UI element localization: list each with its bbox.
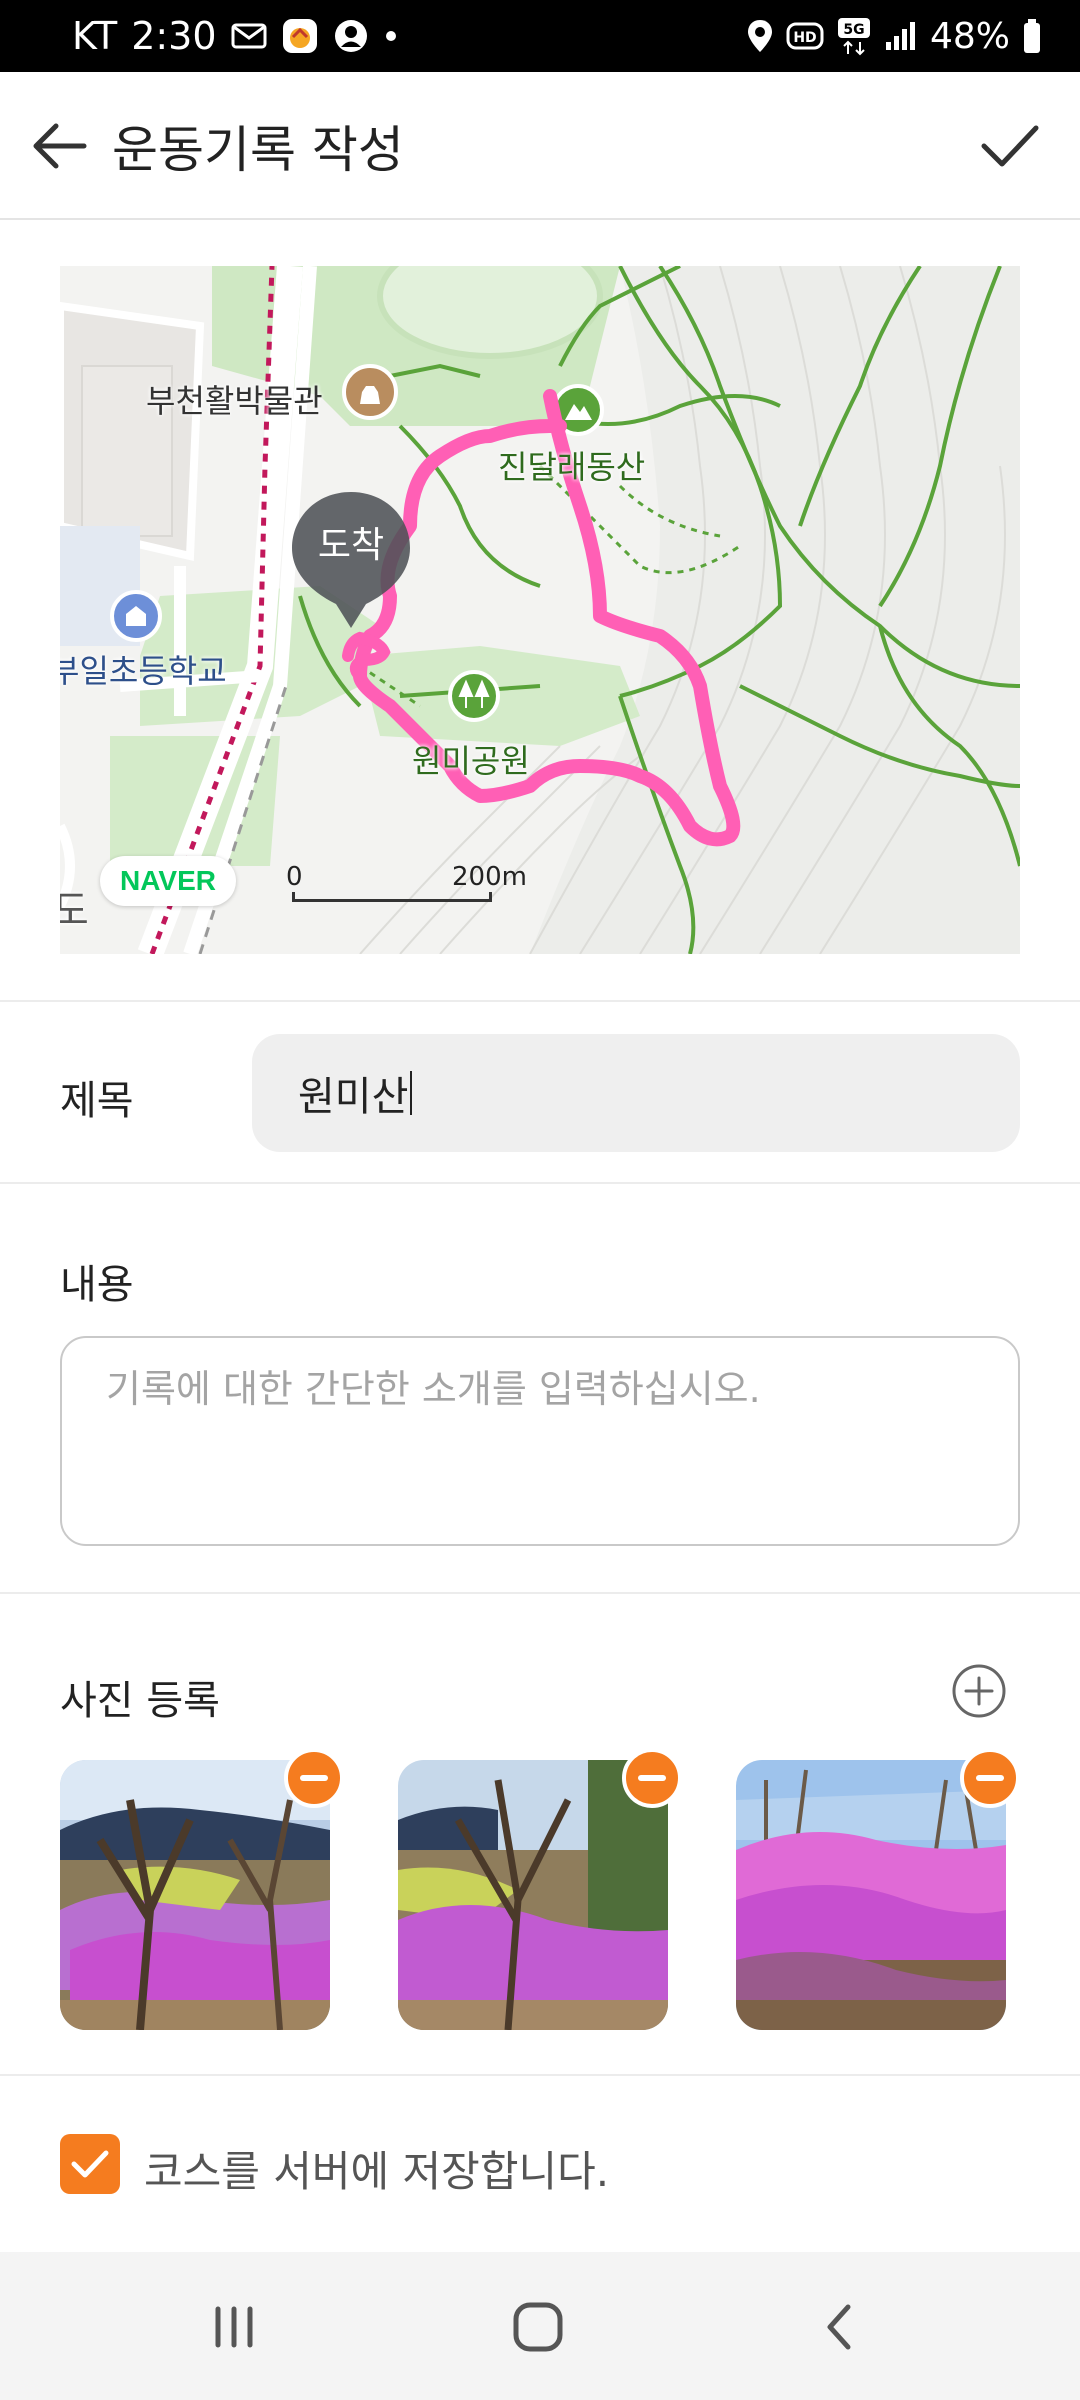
route-map[interactable]: 부천활박물관 진달래동산 부일초등학교 원미공원 도 도착 NAVER 0 20…	[60, 266, 1020, 954]
save-course-checkbox[interactable]	[60, 2134, 120, 2194]
dot-icon	[383, 28, 399, 44]
content-placeholder: 기록에 대한 간단한 소개를 입력하십시오.	[106, 1367, 761, 1411]
app-notification-icon	[281, 17, 319, 55]
remove-photo-button[interactable]	[622, 1748, 682, 1808]
status-left: KT 2:30	[72, 0, 399, 72]
status-right: HD 5G 48%	[746, 0, 1042, 72]
divider	[0, 1000, 1080, 1002]
text-caret	[410, 1071, 413, 1115]
arrow-left-icon	[33, 123, 87, 169]
photo-thumbnail[interactable]	[398, 1760, 668, 2030]
azalea-photo-1	[60, 1760, 330, 2030]
home-icon	[513, 2302, 563, 2352]
azalea-photo-2	[398, 1760, 668, 2030]
title-value: 원미산	[298, 1074, 409, 1120]
checkmark-icon	[71, 2150, 109, 2178]
account-icon	[333, 18, 369, 54]
page-title: 운동기록 작성	[112, 121, 404, 179]
status-bar: KT 2:30 HD 5G 48%	[0, 0, 1080, 72]
divider	[0, 2074, 1080, 2076]
check-icon	[981, 125, 1039, 167]
system-nav-bar	[0, 2252, 1080, 2400]
map-label-museum: 부천활박물관	[146, 382, 323, 420]
content-label: 내용	[60, 1262, 134, 1308]
map-label-mountain: 진달래동산	[498, 448, 646, 486]
map-label-school: 부일초등학교	[60, 652, 227, 690]
hd-text: HD	[793, 30, 816, 46]
school-marker-icon	[110, 590, 162, 642]
map-label-partial: 도	[60, 888, 89, 934]
recent-apps-button[interactable]	[174, 2282, 294, 2372]
hd-voice-icon: HD	[786, 21, 824, 51]
location-icon	[746, 18, 774, 54]
clock: 2:30	[131, 14, 217, 58]
photo-thumbnail[interactable]	[736, 1760, 1006, 2030]
divider	[0, 1182, 1080, 1184]
minus-icon	[300, 1775, 328, 1781]
chevron-left-icon	[827, 2304, 851, 2350]
save-course-label[interactable]: 코스를 서버에 저장합니다.	[144, 2138, 609, 2199]
nav-back-button[interactable]	[780, 2282, 900, 2372]
mail-icon	[231, 22, 267, 50]
home-button[interactable]	[478, 2282, 598, 2372]
minus-icon	[976, 1775, 1004, 1781]
map-canvas	[60, 266, 1020, 954]
map-label-park: 원미공원	[412, 742, 530, 780]
back-button[interactable]	[20, 106, 100, 186]
network-text: 5G	[843, 22, 864, 38]
recent-apps-icon	[215, 2306, 253, 2348]
scale-distance: 200m	[452, 862, 527, 892]
add-photo-button[interactable]	[950, 1662, 1008, 1720]
confirm-button[interactable]	[970, 106, 1050, 186]
remove-photo-button[interactable]	[960, 1748, 1020, 1808]
minus-icon	[638, 1775, 666, 1781]
scale-start: 0	[286, 862, 303, 892]
azalea-photo-3	[736, 1760, 1006, 2030]
battery-percent: 48%	[929, 15, 1010, 57]
naver-logo: NAVER	[100, 856, 236, 906]
photo-thumbnail[interactable]	[60, 1760, 330, 2030]
divider	[0, 1592, 1080, 1594]
museum-marker-icon	[342, 364, 398, 420]
content-textarea[interactable]: 기록에 대한 간단한 소개를 입력하십시오.	[60, 1336, 1020, 1546]
scale-bar	[292, 892, 492, 902]
title-label: 제목	[60, 1078, 134, 1124]
arrival-marker-label: 도착	[317, 525, 385, 566]
title-input[interactable]: 원미산	[252, 1034, 1020, 1152]
remove-photo-button[interactable]	[284, 1748, 344, 1808]
network-5g-icon: 5G	[836, 16, 872, 56]
signal-icon	[884, 20, 918, 52]
carrier-label: KT	[72, 14, 118, 58]
app-bar: 운동기록 작성	[0, 72, 1080, 220]
park-marker-icon	[448, 670, 500, 722]
battery-icon	[1022, 18, 1042, 54]
photo-section-label: 사진 등록	[60, 1678, 220, 1724]
